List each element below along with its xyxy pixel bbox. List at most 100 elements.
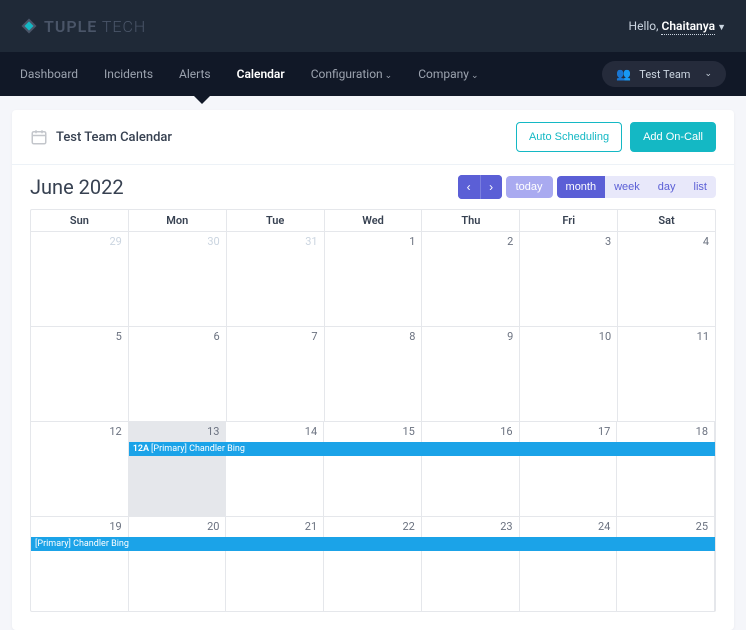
day-cell[interactable]: 10	[520, 327, 618, 421]
calendar-controls: ‹ › today monthweekdaylist	[458, 175, 716, 199]
day-cell[interactable]: 22	[324, 517, 422, 611]
view-group: monthweekdaylist	[557, 176, 716, 198]
day-cell[interactable]: 7	[227, 327, 325, 421]
day-number: 3	[605, 235, 611, 248]
topbar: TUPLE TECH Hello, Chaitanya▼	[0, 0, 746, 52]
logo-text: TUPLE TECH	[44, 17, 146, 36]
event-bar[interactable]: 12A[Primary] Chandler Bing	[129, 442, 715, 456]
view-day-button[interactable]: day	[649, 176, 685, 198]
day-number: 5	[116, 330, 122, 343]
day-number: 10	[599, 330, 611, 343]
day-cell[interactable]: 21	[226, 517, 324, 611]
day-number: 16	[500, 425, 512, 438]
day-cell[interactable]: 18	[617, 422, 715, 516]
day-cell[interactable]: 17	[520, 422, 618, 516]
day-cell[interactable]: 9	[422, 327, 520, 421]
chevron-down-icon: ⌄	[471, 71, 479, 81]
event-label: [Primary] Chandler Bing	[35, 539, 129, 549]
calendar-toolbar: June 2022 ‹ › today monthweekdaylist	[30, 175, 716, 199]
day-number: 15	[403, 425, 415, 438]
nav-item-dashboard[interactable]: Dashboard	[20, 67, 78, 81]
day-header: Thu	[422, 210, 520, 231]
day-header: Mon	[129, 210, 227, 231]
logo[interactable]: TUPLE TECH	[20, 17, 146, 36]
day-number: 19	[109, 520, 121, 533]
view-week-button[interactable]: week	[605, 176, 649, 198]
day-cell[interactable]: 4	[618, 232, 715, 326]
nav-item-alerts[interactable]: Alerts	[179, 67, 211, 81]
calendar-wrap: June 2022 ‹ › today monthweekdaylist Sun…	[12, 165, 734, 630]
day-cell[interactable]: 6	[129, 327, 227, 421]
event-bar[interactable]: [Primary] Chandler Bing	[31, 537, 715, 551]
nav-item-company[interactable]: Company⌄	[418, 67, 478, 81]
week-row: 29 30 31 12 34	[31, 231, 715, 326]
greeting-prefix: Hello,	[629, 19, 662, 33]
day-cell[interactable]: 31	[227, 232, 325, 326]
next-button[interactable]: ›	[480, 175, 502, 199]
user-greeting[interactable]: Hello, Chaitanya▼	[629, 19, 726, 33]
day-number: 31	[305, 235, 317, 248]
day-number: 17	[598, 425, 610, 438]
nav-item-incidents[interactable]: Incidents	[104, 67, 153, 81]
content-header: Test Team Calendar Auto Scheduling Add O…	[12, 110, 734, 165]
navbar: Dashboard Incidents Alerts Calendar Configur…	[0, 52, 746, 96]
day-number: 11	[697, 330, 709, 343]
page-title: Test Team Calendar	[56, 130, 172, 145]
day-cell[interactable]: 15	[324, 422, 422, 516]
day-number: 7	[311, 330, 317, 343]
week-row: 56 7 89 10 11	[31, 326, 715, 421]
day-number: 8	[409, 330, 415, 343]
week-row: 19 20 21 22 23 24 25 [Primary] Chandler Bing	[31, 516, 715, 611]
caret-down-icon: ▼	[717, 23, 726, 33]
day-cell[interactable]: 23	[422, 517, 520, 611]
day-cell[interactable]: 1	[325, 232, 423, 326]
day-header: Tue	[227, 210, 325, 231]
day-number: 14	[305, 425, 317, 438]
event-time: 12A	[133, 444, 149, 454]
day-cell[interactable]: 2	[422, 232, 520, 326]
day-cell[interactable]: 8	[325, 327, 423, 421]
day-cell[interactable]: 14	[226, 422, 324, 516]
week-row: 12 13 14 15 16 17 18 12A[Primary] Chandler Bing	[31, 421, 715, 516]
header-actions: Auto Scheduling Add On-Call	[516, 122, 716, 152]
day-number: 21	[305, 520, 317, 533]
day-number: 25	[696, 520, 708, 533]
calendar-title: June 2022	[30, 175, 124, 199]
team-icon: 👥	[616, 67, 631, 81]
day-number: 13	[207, 425, 219, 438]
add-on-call-button[interactable]: Add On-Call	[630, 122, 716, 152]
day-cell[interactable]: 19	[31, 517, 129, 611]
view-month-button[interactable]: month	[557, 176, 606, 198]
day-cell[interactable]: 11	[618, 327, 715, 421]
day-number: 12	[109, 425, 121, 438]
view-list-button[interactable]: list	[685, 176, 716, 198]
day-cell[interactable]: 29	[31, 232, 129, 326]
nav-item-calendar[interactable]: Calendar	[237, 67, 285, 81]
day-number: 30	[207, 235, 219, 248]
event-label: [Primary] Chandler Bing	[151, 444, 245, 454]
auto-scheduling-button[interactable]: Auto Scheduling	[516, 122, 622, 152]
day-number: 29	[109, 235, 121, 248]
day-cell[interactable]: 12	[31, 422, 129, 516]
day-cell[interactable]: 24	[520, 517, 618, 611]
day-number: 18	[696, 425, 708, 438]
prev-button[interactable]: ‹	[458, 175, 480, 199]
nav-item-configuration[interactable]: Configuration⌄	[311, 67, 393, 81]
day-header: Wed	[325, 210, 423, 231]
day-cell[interactable]: 25	[617, 517, 715, 611]
day-number: 22	[403, 520, 415, 533]
day-cell[interactable]: 5	[31, 327, 129, 421]
today-button[interactable]: today	[506, 176, 553, 198]
day-cell[interactable]: 3	[520, 232, 618, 326]
day-cell[interactable]: 30	[129, 232, 227, 326]
day-cell[interactable]: 16	[422, 422, 520, 516]
nav-items: Dashboard Incidents Alerts Calendar Configur…	[20, 67, 479, 81]
active-tab-indicator	[194, 96, 210, 104]
day-number: 23	[500, 520, 512, 533]
day-cell[interactable]: 13	[129, 422, 227, 516]
team-selector[interactable]: 👥 Test Team ⌄	[602, 61, 726, 87]
chevron-down-icon: ⌄	[385, 71, 393, 81]
day-header-row: SunMonTueWedThuFriSat	[31, 210, 715, 231]
day-cell[interactable]: 20	[129, 517, 227, 611]
day-number: 24	[598, 520, 610, 533]
